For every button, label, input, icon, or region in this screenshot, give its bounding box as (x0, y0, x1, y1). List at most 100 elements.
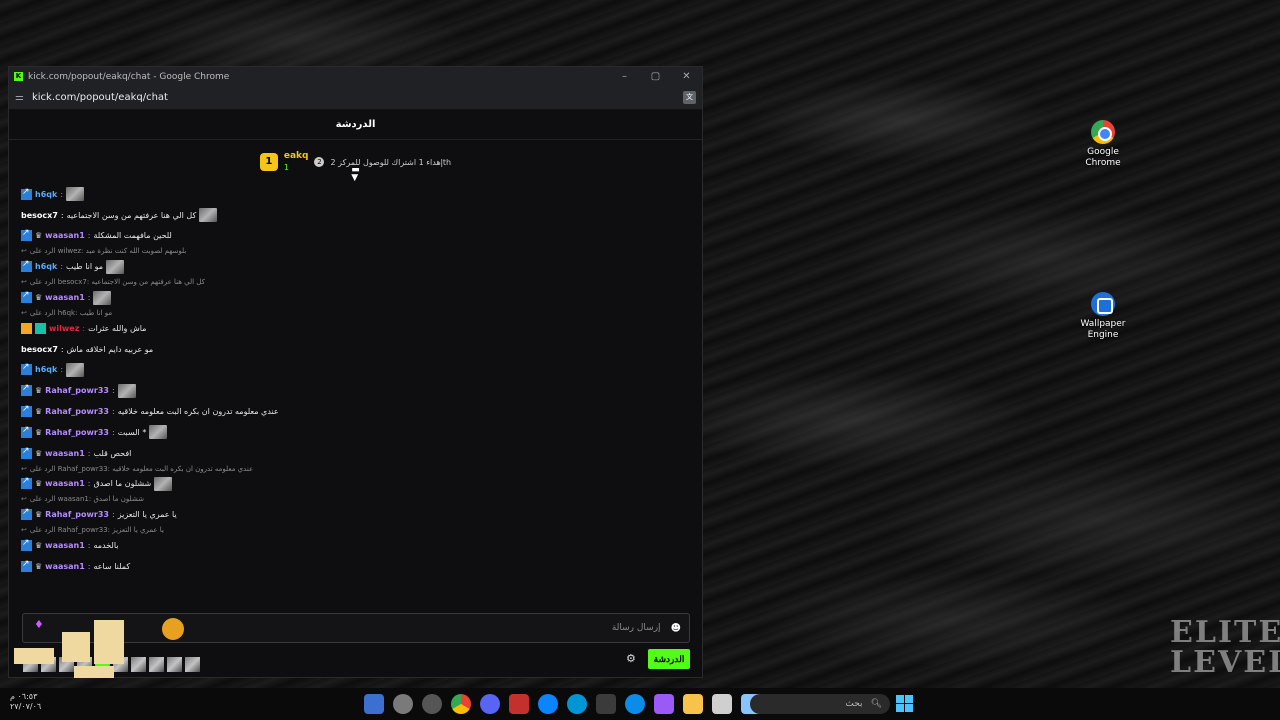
emote-icon (66, 187, 85, 202)
window-titlebar[interactable]: K kick.com/popout/eakq/chat - Google Chr… (9, 67, 702, 86)
reply-icon: ↩ (21, 464, 27, 473)
chat-username[interactable]: besocx7 (21, 345, 58, 354)
translate-icon[interactable]: 文 (683, 91, 696, 104)
sub-badge-icon (35, 322, 46, 334)
og-badge-icon (21, 383, 32, 397)
chat-message: ♛Rahaf_powr33:يا عمري يا التعزيز (21, 504, 701, 525)
pinned-text: إهداء 1 اشتراك للوصول للمركز 2 (330, 157, 443, 167)
chat-message-text: كملنا ساعه (93, 561, 131, 571)
taskbar-app-icon[interactable] (364, 694, 384, 714)
pinned-gift-banner[interactable]: 1 eakq 1 2 إهداء 1 اشتراك للوصول للمركز … (9, 140, 702, 184)
og-badge-icon (21, 228, 32, 242)
search-placeholder[interactable]: بحث (845, 699, 862, 709)
chrome-window: K kick.com/popout/eakq/chat - Google Chr… (8, 66, 703, 678)
username-separator: : (87, 231, 91, 241)
address-bar[interactable]: ⚌ kick.com/popout/eakq/chat 文 (9, 86, 702, 110)
username-separator: : (60, 210, 64, 220)
username-separator: : (82, 323, 86, 333)
desktop-icon-wallpaper-engine[interactable]: Wallpaper Engine (1068, 292, 1138, 341)
og-badge-icon (21, 538, 32, 552)
chat-username[interactable]: Rahaf_powr33 (45, 428, 109, 437)
reply-context: ↩ الرد على Rahaf_powr33: يا عمري يا التعز… (21, 525, 701, 535)
reply-icon: ↩ (21, 247, 27, 256)
reply-text: الرد على besocx7: كل الي هنا عرفتهم من و… (29, 278, 205, 287)
username-separator: : (112, 407, 115, 417)
taskbar-clock[interactable]: ٠٦:٥٣ م ٢٧/٠٧/٠٦ (10, 692, 41, 712)
rank-badge: 1 (259, 153, 278, 171)
emote-icon (149, 425, 168, 440)
crown-badge-icon: ♛ (35, 231, 43, 241)
elite-level-logo: ELITE LEVEL (1170, 615, 1280, 698)
start-button[interactable] (896, 695, 913, 712)
chat-message: ♛waasan1:كملنا ساعه (21, 556, 701, 577)
reply-text: الرد على Rahaf_powr33: يا عمري يا التعزي… (29, 526, 164, 535)
hp-icon[interactable] (567, 694, 587, 714)
chat-username[interactable]: waasan1 (45, 231, 85, 240)
reply-icon: ↩ (21, 278, 27, 287)
chat-username[interactable]: waasan1 (45, 293, 85, 302)
crown-badge-icon: ♛ (35, 541, 43, 551)
emoji-icon[interactable]: ☻ (671, 623, 681, 634)
chat-message-text: السبت * (117, 427, 147, 437)
clock-time: ٠٦:٥٣ م (10, 692, 38, 701)
chat-username[interactable]: waasan1 (45, 479, 85, 488)
chat-username[interactable]: waasan1 (45, 562, 85, 571)
pinned-username[interactable]: eakq (284, 150, 309, 162)
settings-icon[interactable] (393, 694, 413, 714)
chat-username[interactable]: Rahaf_powr33 (45, 407, 109, 416)
chat-username[interactable]: wilwez (49, 324, 79, 333)
taskbar-app-icon[interactable] (538, 694, 558, 714)
username-separator: : (112, 427, 115, 437)
chat-username[interactable]: waasan1 (45, 449, 85, 458)
chat-username[interactable]: Rahaf_powr33 (45, 510, 109, 519)
logo-text: ELITE (1170, 615, 1280, 650)
chat-username[interactable]: h6qk (35, 365, 57, 374)
chat-message: ♛waasan1:للحين مافهمت المشكلة (21, 226, 701, 247)
crown-badge-icon: ♛ (35, 386, 43, 396)
taskbar-search[interactable]: بحث 🔍︎ (750, 694, 890, 714)
chat-message: wilwez: ماش والله عثرات (21, 318, 701, 339)
kick-favicon: K (14, 72, 23, 81)
crown-badge-icon: ♛ (35, 427, 43, 437)
reply-text: الرد على Rahaf_powr33: عندي معلومه تدرون… (29, 464, 254, 473)
close-button[interactable]: ✕ (671, 71, 702, 82)
og-badge-icon (21, 290, 32, 304)
chat-username[interactable]: waasan1 (45, 541, 85, 550)
chat-input-placeholder[interactable]: إرسال رسالة (612, 623, 661, 633)
gear-icon[interactable]: ⚙ (626, 652, 636, 665)
username-separator: : (87, 293, 91, 303)
maximize-button[interactable]: ▢ (640, 71, 671, 82)
file-explorer-icon[interactable] (683, 694, 703, 714)
taskbar-app-icon[interactable] (712, 694, 732, 714)
reply-context: ↩ الرد على h6qk: مو انا طيب (21, 308, 701, 318)
url-text[interactable]: kick.com/popout/eakq/chat (32, 92, 168, 103)
chat-message: h6qk:مو انا طيب (21, 256, 701, 277)
minimize-button[interactable]: – (609, 71, 640, 82)
taskbar-app-icon[interactable] (422, 694, 442, 714)
copilot-icon[interactable] (654, 694, 674, 714)
gift-badge-icon (21, 322, 32, 334)
expand-icon[interactable]: ▬ ▼ (351, 166, 360, 183)
desktop-icon-label: Wallpaper (1080, 319, 1126, 329)
crown-badge-icon: ♛ (35, 479, 43, 489)
send-chat-button[interactable]: الدردشة (648, 649, 690, 669)
chat-username[interactable]: Rahaf_powr33 (45, 386, 109, 395)
username-separator: : (87, 479, 91, 489)
chat-username[interactable]: h6qk (35, 262, 57, 271)
edge-icon[interactable] (625, 694, 645, 714)
chat-username[interactable]: besocx7 (21, 211, 58, 220)
chat-message-text: ماش والله عثرات (88, 323, 147, 333)
chat-message: ♛waasan1:بالخدمه (21, 535, 701, 556)
emote-icon (154, 476, 173, 491)
discord-icon[interactable] (480, 694, 500, 714)
username-separator: : (60, 344, 64, 354)
taskbar-app-icon[interactable] (509, 694, 529, 714)
site-settings-icon[interactable]: ⚌ (15, 92, 24, 103)
chrome-icon[interactable] (451, 694, 471, 714)
og-badge-icon (21, 476, 32, 490)
chat-message-text: عندي معلومه تدرون ان بكره البت معلومه خل… (117, 407, 279, 417)
taskbar: بحث 🔍︎ (0, 688, 1280, 720)
store-icon[interactable] (596, 694, 616, 714)
chat-username[interactable]: h6qk (35, 190, 57, 199)
desktop-icon-google-chrome[interactable]: Google Chrome (1068, 120, 1138, 169)
